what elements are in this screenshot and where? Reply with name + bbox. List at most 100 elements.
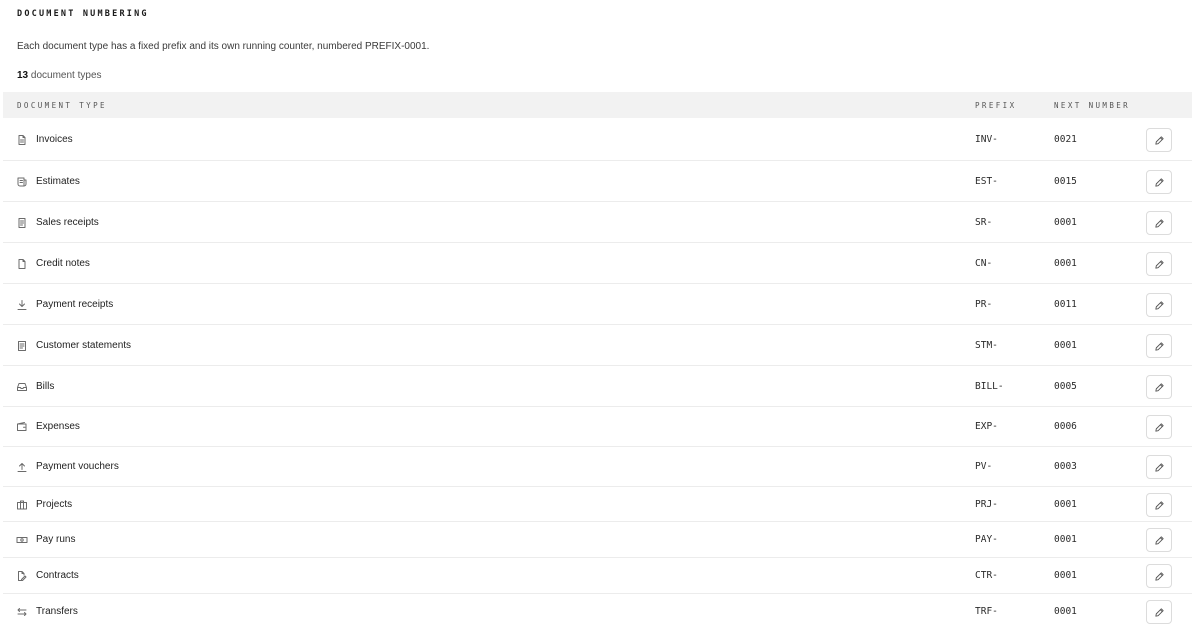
table-header: DOCUMENT TYPE PREFIX NEXT NUMBER — [3, 92, 1192, 118]
pencil-icon — [1154, 341, 1165, 352]
table-row: Contracts CTR- 0001 — [3, 558, 1192, 594]
edit-button[interactable] — [1146, 334, 1172, 358]
table-row: Invoices INV- 0021 — [3, 118, 1192, 161]
pencil-icon — [1154, 135, 1165, 146]
document-prefix: CN- — [975, 258, 993, 269]
edit-button[interactable] — [1146, 211, 1172, 235]
column-header-document-type: DOCUMENT TYPE — [17, 101, 107, 110]
document-type-name: Bills — [36, 381, 55, 392]
document-type-name: Pay runs — [36, 534, 76, 545]
edit-button[interactable] — [1146, 564, 1172, 588]
edit-button[interactable] — [1146, 415, 1172, 439]
invoice-icon — [16, 134, 28, 146]
section-title: DOCUMENT NUMBERING — [17, 9, 149, 19]
table-row: Sales receipts SR- 0001 — [3, 202, 1192, 243]
table-row: Credit notes CN- 0001 — [3, 243, 1192, 284]
edit-button[interactable] — [1146, 252, 1172, 276]
column-header-prefix: PREFIX — [975, 101, 1017, 110]
pencil-icon — [1154, 300, 1165, 311]
table-row: Payment vouchers PV- 0003 — [3, 447, 1192, 487]
briefcase-icon — [16, 499, 28, 511]
section-description: Each document type has a fixed prefix an… — [17, 41, 430, 52]
document-prefix: PR- — [975, 299, 993, 310]
edit-button[interactable] — [1146, 128, 1172, 152]
upload-icon — [16, 461, 28, 473]
pencil-icon — [1154, 607, 1165, 618]
pencil-icon — [1154, 218, 1165, 229]
file-icon — [16, 258, 28, 270]
document-prefix: EST- — [975, 176, 998, 187]
pencil-icon — [1154, 535, 1165, 546]
pencil-icon — [1154, 177, 1165, 188]
document-prefix: EXP- — [975, 421, 998, 432]
column-header-next-number: NEXT NUMBER — [1054, 101, 1131, 110]
table-row: Customer statements STM- 0001 — [3, 325, 1192, 366]
next-number: 0001 — [1054, 499, 1077, 510]
next-number: 0001 — [1054, 258, 1077, 269]
document-type-name: Customer statements — [36, 340, 132, 351]
document-type-name: Credit notes — [36, 258, 90, 269]
edit-button[interactable] — [1146, 455, 1172, 479]
document-prefix: CTR- — [975, 570, 998, 581]
banknote-icon — [16, 534, 28, 546]
next-number: 0015 — [1054, 176, 1077, 187]
wallet-icon — [16, 421, 28, 433]
pencil-icon — [1154, 382, 1165, 393]
next-number: 0006 — [1054, 421, 1077, 432]
edit-button[interactable] — [1146, 170, 1172, 194]
edit-button[interactable] — [1146, 528, 1172, 552]
count-label: document types — [28, 70, 102, 81]
document-prefix: PRJ- — [975, 499, 998, 510]
contract-icon — [16, 570, 28, 582]
table-row: Expenses EXP- 0006 — [3, 407, 1192, 447]
document-prefix: INV- — [975, 134, 998, 145]
next-number: 0005 — [1054, 381, 1077, 392]
document-type-name: Sales receipts — [36, 217, 99, 228]
document-prefix: PV- — [975, 461, 993, 472]
count-number: 13 — [17, 70, 29, 81]
table-row: Projects PRJ- 0001 — [3, 487, 1192, 522]
document-prefix: PAY- — [975, 534, 998, 545]
next-number: 0001 — [1054, 534, 1077, 545]
document-type-name: Expenses — [36, 421, 80, 432]
document-type-count: 13 document types — [17, 70, 102, 81]
document-prefix: SR- — [975, 217, 993, 228]
document-type-name: Projects — [36, 499, 73, 510]
table-row: Pay runs PAY- 0001 — [3, 522, 1192, 558]
pencil-icon — [1154, 462, 1165, 473]
receipt-icon — [16, 217, 28, 229]
document-type-name: Payment receipts — [36, 299, 114, 310]
next-number: 0001 — [1054, 606, 1077, 617]
download-icon — [16, 299, 28, 311]
document-type-name: Payment vouchers — [36, 461, 119, 472]
next-number: 0011 — [1054, 299, 1077, 310]
document-type-name: Estimates — [36, 176, 80, 187]
next-number: 0001 — [1054, 570, 1077, 581]
statement-icon — [16, 340, 28, 352]
estimate-icon — [16, 176, 28, 188]
document-type-name: Contracts — [36, 570, 79, 581]
inbox-icon — [16, 381, 28, 393]
pencil-icon — [1154, 422, 1165, 433]
next-number: 0001 — [1054, 217, 1077, 228]
next-number: 0001 — [1054, 340, 1077, 351]
document-prefix: TRF- — [975, 606, 998, 617]
table-row: Payment receipts PR- 0011 — [3, 284, 1192, 325]
document-prefix: STM- — [975, 340, 998, 351]
table-row: Bills BILL- 0005 — [3, 366, 1192, 407]
pencil-icon — [1154, 259, 1165, 270]
table-row: Transfers TRF- 0001 — [3, 594, 1192, 630]
pencil-icon — [1154, 500, 1165, 511]
transfer-icon — [16, 606, 28, 618]
document-type-name: Invoices — [36, 134, 73, 145]
document-type-name: Transfers — [36, 606, 78, 617]
edit-button[interactable] — [1146, 375, 1172, 399]
document-prefix: BILL- — [975, 381, 1004, 392]
next-number: 0003 — [1054, 461, 1077, 472]
next-number: 0021 — [1054, 134, 1077, 145]
table-row: Estimates EST- 0015 — [3, 161, 1192, 202]
edit-button[interactable] — [1146, 493, 1172, 517]
edit-button[interactable] — [1146, 293, 1172, 317]
pencil-icon — [1154, 571, 1165, 582]
edit-button[interactable] — [1146, 600, 1172, 624]
